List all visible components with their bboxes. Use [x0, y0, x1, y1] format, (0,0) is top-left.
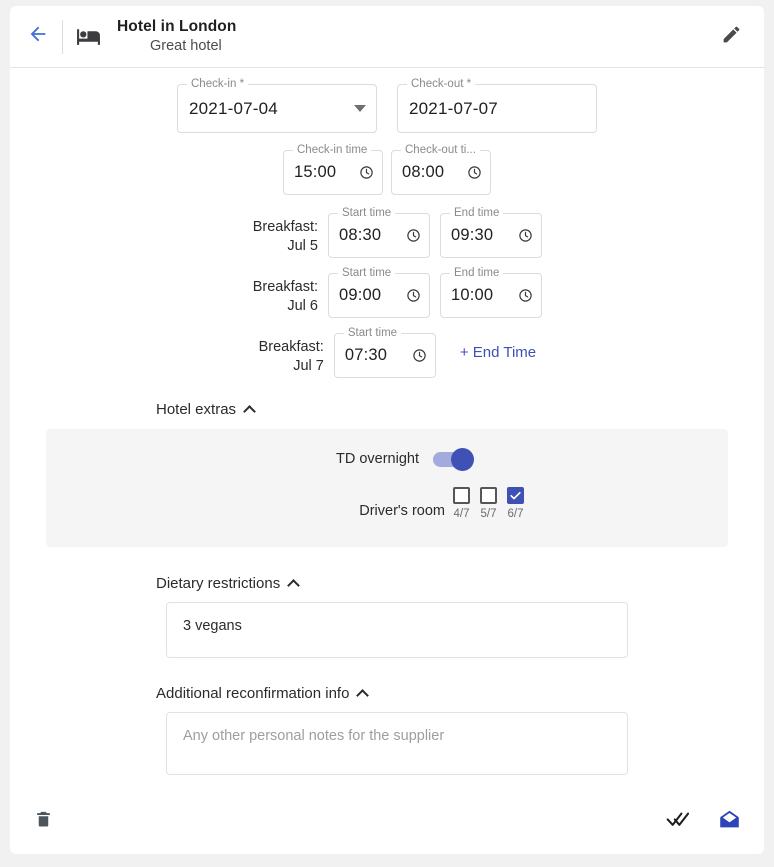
- breakfast-label-text: Breakfast:: [252, 279, 318, 295]
- breakfast-row: Breakfast: Jul 7 Start time 07:30 + End …: [10, 326, 764, 378]
- footer-toolbar: [10, 788, 764, 854]
- clock-icon[interactable]: [412, 348, 427, 363]
- breakfast-label: Breakfast: Jul 6: [232, 273, 318, 316]
- breakfast-start-field[interactable]: Start time 09:00: [328, 266, 430, 318]
- clock-icon[interactable]: [467, 165, 482, 180]
- form-body: Check-in * 2021-07-04 Check-out * 2021-0…: [10, 68, 764, 788]
- breakfast-end-label: End time: [450, 266, 504, 280]
- drivers-room-option[interactable]: 6/7: [507, 487, 524, 520]
- hotel-extras-section-title: Hotel extras: [156, 401, 237, 418]
- hotel-extras-panel: TD overnight Driver's room 4/7 5/7 6/7: [46, 429, 728, 547]
- pencil-edit-icon: [721, 24, 742, 50]
- td-overnight-row: TD overnight: [46, 447, 474, 471]
- drivers-room-option-caption: 4/7: [453, 508, 470, 520]
- chevron-up-icon: [356, 688, 370, 702]
- checkout-time-field[interactable]: Check-out ti... 08:00: [391, 143, 491, 195]
- chevron-up-icon: [287, 578, 301, 592]
- hotel-bed-icon: [73, 22, 103, 52]
- breakfast-date-text: Jul 7: [293, 358, 324, 374]
- breakfast-start-label: Start time: [338, 206, 396, 220]
- app-root: Hotel in London Great hotel Check-in * 2…: [0, 0, 774, 867]
- clock-icon[interactable]: [406, 228, 421, 243]
- times-row: Check-in time 15:00 Check-out ti... 08:0…: [10, 143, 764, 195]
- clock-icon[interactable]: [406, 288, 421, 303]
- breakfast-start-value: 07:30: [344, 346, 388, 364]
- drivers-room-option[interactable]: 4/7: [453, 487, 470, 520]
- breakfast-date-text: Jul 5: [287, 238, 318, 254]
- clock-icon[interactable]: [359, 165, 374, 180]
- breakfast-end-field[interactable]: End time 09:30: [440, 206, 542, 258]
- checkbox-icon[interactable]: [453, 487, 470, 504]
- checkin-date-label: Check-in *: [187, 77, 249, 91]
- breakfast-label: Breakfast: Jul 7: [238, 333, 324, 376]
- delete-button[interactable]: [34, 808, 53, 835]
- breakfast-label-text: Breakfast:: [258, 339, 324, 355]
- checkout-date-label: Check-out *: [407, 77, 476, 91]
- checkout-time-value: 08:00: [402, 163, 445, 181]
- chevron-up-icon: [243, 404, 256, 418]
- dietary-section-title: Dietary restrictions: [156, 575, 281, 592]
- breakfast-end-label: End time: [450, 206, 504, 220]
- td-overnight-label: TD overnight: [335, 451, 419, 467]
- dietary-section-header[interactable]: Dietary restrictions: [156, 575, 301, 592]
- double-check-icon: [666, 809, 691, 834]
- additional-info-input[interactable]: Any other personal notes for the supplie…: [166, 712, 628, 775]
- arrow-left-icon: [27, 23, 49, 50]
- breakfast-row: Breakfast: Jul 5 Start time 08:30 End ti…: [10, 206, 764, 258]
- checkbox-icon[interactable]: [480, 487, 497, 504]
- checkbox-checked-icon[interactable]: [507, 487, 524, 504]
- page-header: Hotel in London Great hotel: [10, 6, 764, 68]
- trash-delete-icon: [34, 808, 53, 835]
- breakfast-end-value: 10:00: [451, 286, 494, 304]
- breakfast-start-label: Start time: [338, 266, 396, 280]
- breakfast-label: Breakfast: Jul 5: [232, 213, 318, 256]
- header-divider: [62, 19, 63, 54]
- breakfast-label-text: Breakfast:: [252, 219, 318, 235]
- additional-info-section-header[interactable]: Additional reconfirmation info: [156, 685, 370, 702]
- toggle-knob: [451, 447, 474, 471]
- checkin-time-value: 15:00: [294, 163, 337, 181]
- clock-icon[interactable]: [518, 288, 533, 303]
- checkin-date-value: 2021-07-04: [189, 98, 278, 118]
- td-overnight-toggle[interactable]: [433, 447, 474, 471]
- footer-actions: [666, 808, 742, 835]
- drivers-room-label: Driver's room: [359, 503, 445, 519]
- checkout-date-value: 2021-07-07: [409, 98, 498, 118]
- send-email-button[interactable]: [717, 808, 742, 835]
- drivers-room-option[interactable]: 5/7: [480, 487, 497, 520]
- dates-row: Check-in * 2021-07-04 Check-out * 2021-0…: [10, 77, 764, 133]
- additional-info-section-title: Additional reconfirmation info: [156, 685, 350, 702]
- header-title-block: Hotel in London Great hotel: [117, 18, 714, 56]
- detail-card: Hotel in London Great hotel Check-in * 2…: [10, 6, 764, 854]
- drivers-room-row: Driver's room 4/7 5/7 6/7: [46, 487, 524, 520]
- checkout-time-label: Check-out ti...: [401, 143, 480, 157]
- confirm-button[interactable]: [666, 809, 691, 834]
- page-subtitle: Great hotel: [150, 37, 222, 54]
- drivers-room-checkbox-group: 4/7 5/7 6/7: [453, 487, 524, 520]
- checkin-time-label: Check-in time: [293, 143, 372, 157]
- breakfast-start-value: 09:00: [339, 286, 382, 304]
- breakfast-start-field[interactable]: Start time 08:30: [328, 206, 430, 258]
- breakfast-date-text: Jul 6: [287, 298, 318, 314]
- checkout-date-field[interactable]: Check-out * 2021-07-07: [397, 77, 597, 133]
- checkin-date-field[interactable]: Check-in * 2021-07-04: [177, 77, 377, 133]
- back-button[interactable]: [18, 17, 58, 57]
- clock-icon[interactable]: [518, 228, 533, 243]
- page-title: Hotel in London: [117, 17, 237, 35]
- hotel-extras-section-header[interactable]: Hotel extras: [156, 401, 256, 418]
- breakfast-end-field[interactable]: End time 10:00: [440, 266, 542, 318]
- breakfast-start-value: 08:30: [339, 226, 382, 244]
- checkin-time-field[interactable]: Check-in time 15:00: [283, 143, 383, 195]
- caret-down-icon[interactable]: [354, 105, 366, 112]
- breakfast-end-value: 09:30: [451, 226, 494, 244]
- dietary-restrictions-input[interactable]: 3 vegans: [166, 602, 628, 658]
- edit-button[interactable]: [714, 20, 748, 54]
- open-envelope-icon: [717, 808, 742, 835]
- breakfast-row: Breakfast: Jul 6 Start time 09:00 End ti…: [10, 266, 764, 318]
- add-end-time-link[interactable]: + End Time: [460, 333, 536, 361]
- drivers-room-option-caption: 5/7: [480, 508, 497, 520]
- drivers-room-option-caption: 6/7: [507, 508, 524, 520]
- breakfast-start-field[interactable]: Start time 07:30: [333, 326, 436, 378]
- breakfast-start-label: Start time: [343, 326, 402, 340]
